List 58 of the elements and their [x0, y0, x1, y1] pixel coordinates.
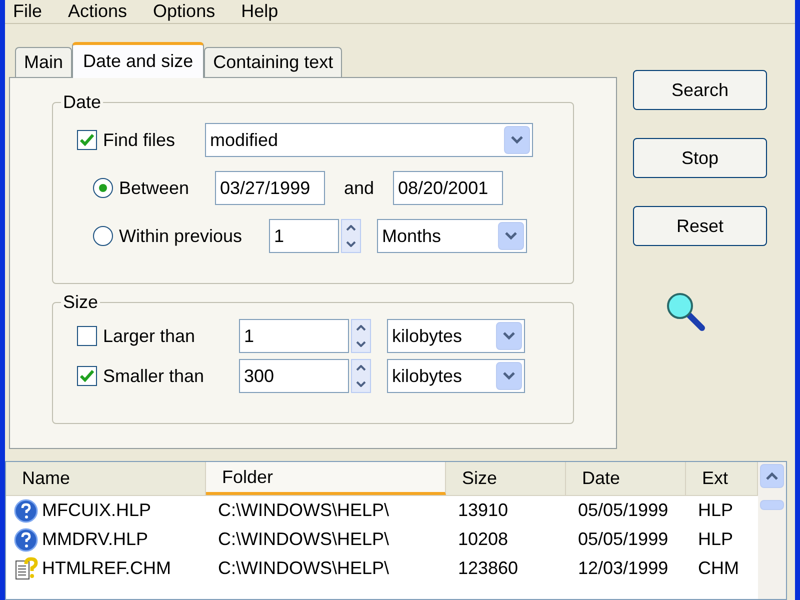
joiner-text: and	[342, 176, 376, 200]
table-cell-text: C:\WINDOWS\HELP\	[218, 557, 390, 580]
spinner-arrows-icon[interactable]	[341, 219, 361, 253]
tab[interactable]: Containing text	[204, 47, 342, 77]
table-cell-text: MFCUIX.HLP	[42, 499, 152, 522]
number-field[interactable]: 1	[239, 319, 349, 353]
radio-label: Between	[119, 176, 190, 200]
help-file-icon	[14, 528, 38, 552]
action-button[interactable]: Search	[633, 70, 767, 110]
table-cell-text: 05/05/1999	[578, 528, 668, 551]
table-cell-text: CHM	[698, 557, 739, 580]
search-icon	[664, 290, 706, 332]
tab[interactable]: Date and size	[72, 42, 204, 78]
table-cell-text: HLP	[698, 499, 734, 522]
checkbox[interactable]	[77, 130, 97, 150]
column-header[interactable]: Size	[446, 462, 566, 495]
checkbox-label: Find files	[103, 128, 176, 152]
radio-button[interactable]	[93, 226, 113, 246]
tab[interactable]: Main	[15, 47, 72, 77]
scroll-up-icon[interactable]	[760, 464, 784, 488]
column-header[interactable]: Date	[566, 462, 686, 495]
table-cell-text: 12/03/1999	[578, 557, 668, 580]
help-file-icon	[14, 498, 38, 522]
dropdown[interactable]: modified	[205, 123, 533, 157]
table-cell-text: C:\WINDOWS\HELP\	[218, 499, 390, 522]
table-cell-text: 10208	[458, 528, 508, 551]
action-button[interactable]: Reset	[633, 206, 767, 246]
radio-button[interactable]	[93, 178, 113, 198]
radio-label: Within previous	[119, 224, 244, 248]
menu-item[interactable]: Options	[153, 0, 216, 25]
scroll-thumb[interactable]	[760, 500, 784, 510]
table-cell-text: 13910	[458, 499, 508, 522]
dropdown[interactable]: kilobytes	[387, 319, 525, 353]
menu-item[interactable]: Help	[241, 0, 278, 25]
checkbox-label: Larger than	[103, 324, 196, 348]
date-field[interactable]: 03/27/1999	[215, 171, 325, 205]
checkbox[interactable]	[77, 366, 97, 386]
menu-item[interactable]: Actions	[68, 0, 128, 25]
spinner-arrows-icon[interactable]	[351, 359, 371, 393]
checkbox[interactable]	[77, 326, 97, 346]
table-cell-text: HLP	[698, 528, 734, 551]
scrollbar[interactable]	[758, 462, 786, 599]
table-cell-text: C:\WINDOWS\HELP\	[218, 528, 390, 551]
table-cell-text: 123860	[458, 557, 518, 580]
table-cell-text: 05/05/1999	[578, 499, 668, 522]
table-cell-text: HTMLREF.CHM	[42, 557, 171, 580]
dropdown[interactable]: kilobytes	[387, 359, 525, 393]
number-field[interactable]: 300	[239, 359, 349, 393]
menu-item[interactable]: File	[13, 0, 42, 25]
dropdown[interactable]: Months	[377, 219, 527, 253]
number-field[interactable]: 1	[269, 219, 339, 253]
checkbox-label: Smaller than	[103, 364, 206, 388]
table-cell-text: MMDRV.HLP	[42, 528, 148, 551]
spinner-arrows-icon[interactable]	[351, 319, 371, 353]
action-button[interactable]: Stop	[633, 138, 767, 178]
document-question-icon	[14, 556, 38, 580]
column-header[interactable]: Folder	[206, 462, 446, 495]
date-field[interactable]: 08/20/2001	[393, 171, 503, 205]
